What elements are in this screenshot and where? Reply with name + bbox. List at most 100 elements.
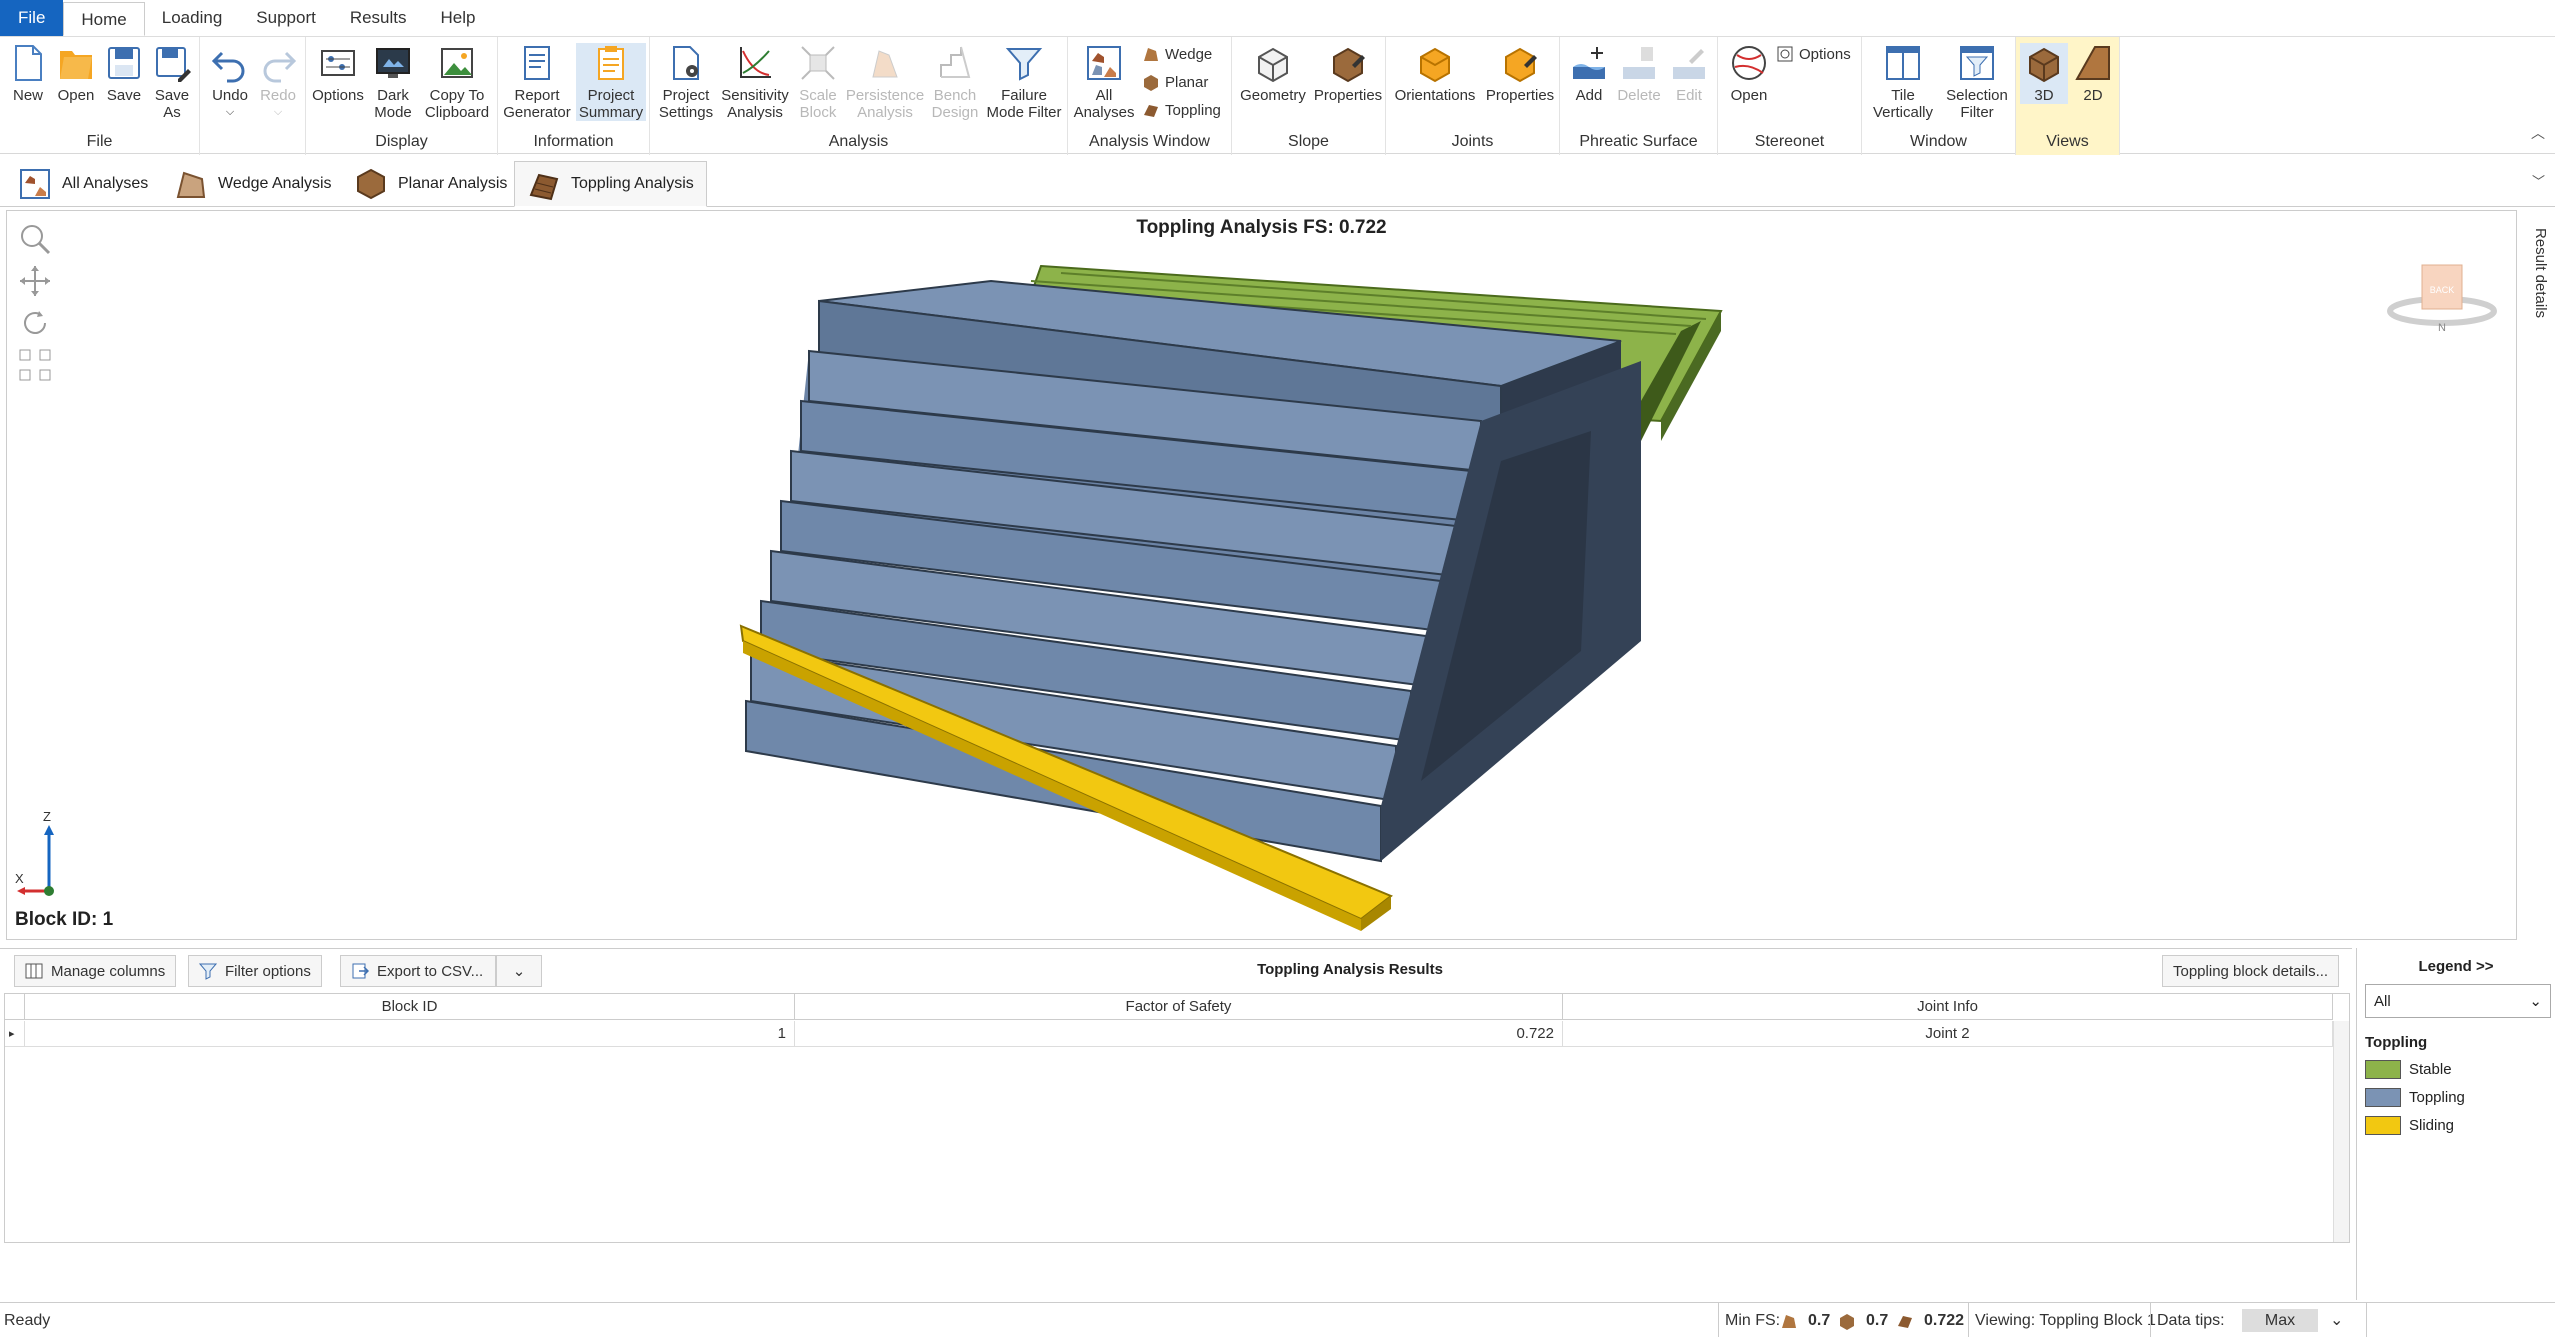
persistence-analysis-button[interactable]: Persistence Analysis bbox=[844, 43, 926, 121]
tabs-overflow-icon[interactable]: ﹀ bbox=[2532, 171, 2545, 190]
status-bar: Ready Min FS: 0.7 0.7 0.722 Viewing: Top… bbox=[0, 1302, 2555, 1337]
export-icon bbox=[352, 963, 369, 979]
vertical-scrollbar[interactable] bbox=[2333, 1021, 2349, 1242]
toppling-swatch bbox=[2365, 1088, 2401, 1107]
joint-orientations-button[interactable]: Orientations bbox=[1390, 43, 1480, 104]
slope-properties-icon bbox=[1333, 47, 1365, 83]
tab-wedge-analysis[interactable]: Wedge Analysis bbox=[162, 161, 344, 207]
collapse-ribbon-icon[interactable]: ︿ bbox=[2531, 123, 2545, 143]
new-file-icon bbox=[15, 45, 42, 81]
settings-document-icon bbox=[673, 46, 699, 80]
options-button[interactable]: Options bbox=[312, 43, 364, 104]
column-header-block-id[interactable]: Block ID bbox=[25, 994, 795, 1020]
new-button[interactable]: New bbox=[8, 43, 48, 104]
stereonet-icon bbox=[1732, 46, 1766, 80]
menu-loading[interactable]: Loading bbox=[145, 0, 240, 36]
report-generator-button[interactable]: Report Generator bbox=[502, 43, 572, 121]
column-header-factor-of-safety[interactable]: Factor of Safety bbox=[795, 994, 1563, 1020]
scale-block-button[interactable]: Scale Block bbox=[796, 43, 840, 121]
slope-properties-button[interactable]: Properties bbox=[1312, 43, 1384, 104]
row-expand-icon[interactable]: ▸ bbox=[5, 1021, 25, 1047]
ribbon-group-edit: Undo ⌵ Redo ⌵ bbox=[200, 37, 306, 155]
all-analyses-button[interactable]: All Analyses bbox=[1074, 43, 1134, 121]
project-settings-button[interactable]: Project Settings bbox=[656, 43, 716, 121]
result-details-panel-tab[interactable]: Result details bbox=[2519, 228, 2549, 348]
tab-planar-analysis[interactable]: Planar Analysis bbox=[342, 161, 519, 207]
export-dropdown-button[interactable]: ⌄ bbox=[496, 955, 542, 987]
persistence-label: Persistence Analysis bbox=[845, 87, 925, 121]
wedge-window-button[interactable]: Wedge bbox=[1142, 45, 1212, 63]
group-label-slope: Slope bbox=[1288, 133, 1329, 150]
toppling-window-label: Toppling bbox=[1165, 101, 1221, 119]
menu-help[interactable]: Help bbox=[424, 0, 493, 36]
phreatic-edit-button[interactable]: Edit bbox=[1666, 43, 1712, 104]
table-cell-block-id[interactable]: 1 bbox=[25, 1021, 795, 1047]
view-2d-button[interactable]: 2D bbox=[2070, 43, 2116, 104]
3d-block-icon bbox=[2029, 47, 2059, 83]
project-summary-button[interactable]: Project Summary bbox=[576, 43, 646, 121]
sensitivity-analysis-button[interactable]: Sensitivity Analysis bbox=[720, 43, 790, 121]
legend-filter-select[interactable]: All ⌄ bbox=[2365, 984, 2551, 1018]
phreatic-delete-button[interactable]: Delete bbox=[1616, 43, 1662, 104]
tile-vertically-icon bbox=[1886, 46, 1920, 80]
3d-viewport[interactable]: Toppling Analysis FS: 0.722 BACK N Z X B… bbox=[6, 210, 2517, 940]
save-as-button[interactable]: Save As bbox=[152, 43, 192, 121]
planar-analysis-icon bbox=[357, 168, 385, 200]
copy-to-clipboard-button[interactable]: Copy To Clipboard bbox=[424, 43, 490, 121]
legend-section-title: Toppling bbox=[2365, 1034, 2428, 1051]
export-csv-label: Export to CSV... bbox=[377, 962, 484, 980]
failure-mode-filter-button[interactable]: Failure Mode Filter bbox=[984, 43, 1064, 121]
view-cube-icon[interactable]: BACK N bbox=[2387, 253, 2497, 333]
menu-results[interactable]: Results bbox=[333, 0, 424, 36]
export-csv-button[interactable]: Export to CSV... bbox=[340, 955, 496, 987]
data-tips-mode[interactable]: Max bbox=[2242, 1309, 2318, 1332]
wedge-icon bbox=[1144, 48, 1158, 61]
view-3d-button[interactable]: 3D bbox=[2020, 43, 2068, 104]
bench-design-button[interactable]: Bench Design bbox=[930, 43, 980, 121]
save-button[interactable]: Save bbox=[104, 43, 144, 104]
table-cell-fs[interactable]: 0.722 bbox=[795, 1021, 1563, 1047]
menu-file[interactable]: File bbox=[0, 0, 64, 36]
redo-button[interactable]: Redo ⌵ bbox=[256, 43, 300, 121]
tab-all-analyses[interactable]: All Analyses bbox=[6, 161, 160, 207]
menu-home[interactable]: Home bbox=[63, 2, 145, 36]
status-ready: Ready bbox=[4, 1312, 51, 1329]
chevron-down-icon: ⌄ bbox=[512, 963, 526, 980]
slope-geometry-button[interactable]: Geometry bbox=[1236, 43, 1310, 104]
legend-label-sliding: Sliding bbox=[2409, 1117, 2455, 1134]
phreatic-add-button[interactable]: Add bbox=[1566, 43, 1612, 104]
open-folder-icon bbox=[60, 51, 92, 79]
tab-wedge-analysis-label: Wedge Analysis bbox=[218, 175, 332, 192]
column-header-joint-info[interactable]: Joint Info bbox=[1563, 994, 2333, 1020]
toppling-window-button[interactable]: Toppling bbox=[1142, 101, 1221, 119]
toppling-block-details-button[interactable]: Toppling block details... bbox=[2162, 955, 2340, 987]
options-label: Options bbox=[312, 87, 364, 104]
orientations-label: Orientations bbox=[1394, 87, 1476, 104]
tile-vertically-button[interactable]: Tile Vertically bbox=[1866, 43, 1940, 121]
stereonet-open-button[interactable]: Open bbox=[1724, 43, 1774, 104]
group-label-views: Views bbox=[2046, 133, 2089, 150]
undo-button[interactable]: Undo ⌵ bbox=[208, 43, 252, 121]
legend-panel: Legend >> All ⌄ Toppling Stable Toppling… bbox=[2356, 948, 2555, 1300]
redo-dropdown-icon[interactable]: ⌵ bbox=[274, 104, 282, 121]
stereonet-options-button[interactable]: Options bbox=[1776, 45, 1851, 63]
redo-label: Redo bbox=[260, 87, 296, 104]
tab-toppling-analysis[interactable]: Toppling Analysis bbox=[514, 161, 707, 207]
selection-filter-button[interactable]: Selection Filter bbox=[1942, 43, 2012, 121]
filter-options-button[interactable]: Filter options bbox=[188, 955, 322, 987]
legend-header[interactable]: Legend >> bbox=[2357, 958, 2555, 975]
data-tips-dropdown-icon[interactable]: ⌄ bbox=[2330, 1303, 2343, 1337]
dark-mode-button[interactable]: Dark Mode bbox=[370, 43, 416, 121]
joint-properties-button[interactable]: Properties bbox=[1484, 43, 1556, 104]
planar-window-button[interactable]: Planar bbox=[1142, 73, 1208, 91]
view-3d-label: 3D bbox=[2034, 87, 2054, 104]
undo-dropdown-icon[interactable]: ⌵ bbox=[226, 104, 234, 121]
manage-columns-button[interactable]: Manage columns bbox=[14, 955, 177, 987]
open-button[interactable]: Open bbox=[56, 43, 96, 104]
orientations-icon bbox=[1420, 47, 1450, 83]
min-fs-label: Min FS: bbox=[1718, 1303, 1780, 1337]
sliding-swatch bbox=[2365, 1116, 2401, 1135]
menu-support[interactable]: Support bbox=[239, 0, 333, 36]
table-cell-joint-info[interactable]: Joint 2 bbox=[1563, 1021, 2333, 1047]
filter-options-label: Filter options bbox=[225, 962, 311, 980]
